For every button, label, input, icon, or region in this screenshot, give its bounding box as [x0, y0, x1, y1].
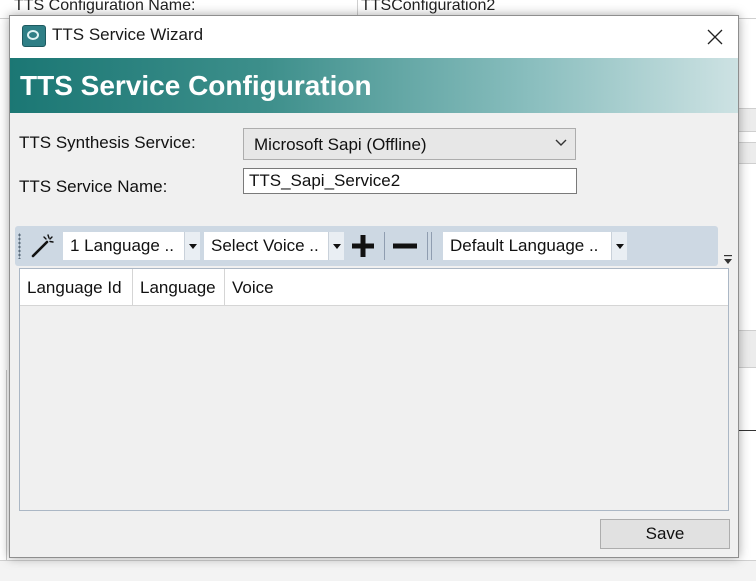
select-voice-select[interactable]: Select Voice .. — [204, 232, 344, 260]
grid-header: Language Id Language Voice — [20, 269, 728, 306]
column-header-language-id[interactable]: Language Id — [20, 269, 133, 305]
title-bar[interactable]: TTS Service Wizard — [10, 16, 738, 58]
tts-service-wizard-dialog: TTS Service Wizard TTS Service Configura… — [9, 15, 739, 558]
synthesis-service-select[interactable]: Microsoft Sapi (Offline) — [243, 128, 576, 160]
toolbar-separator — [427, 232, 428, 260]
column-header-label: Language Id — [27, 278, 122, 297]
background-panel-strip — [738, 330, 756, 368]
background-line — [6, 370, 7, 560]
chevron-down-icon[interactable] — [328, 232, 344, 260]
banner-title: TTS Service Configuration — [20, 70, 372, 101]
language-toolbar: 1 Language .. Select Voice .. Default La… — [15, 226, 718, 266]
background-footer — [0, 560, 756, 581]
wand-icon[interactable] — [28, 232, 56, 260]
default-language-select[interactable]: Default Language .. — [443, 232, 627, 260]
save-button[interactable]: Save — [600, 519, 730, 549]
plus-icon[interactable] — [349, 232, 377, 260]
service-name-label: TTS Service Name: — [19, 177, 168, 196]
background-panel-strip — [738, 108, 756, 132]
close-icon — [707, 29, 723, 45]
toolbar-separator — [384, 232, 385, 260]
column-header-label: Language — [140, 278, 216, 297]
column-header-voice[interactable]: Voice — [225, 269, 728, 305]
background-config-label: TTS Configuration Name: — [14, 0, 196, 14]
toolbar-separator — [431, 232, 432, 260]
synthesis-service-label: TTS Synthesis Service: — [19, 133, 196, 152]
default-language-value: Default Language .. — [450, 236, 599, 255]
service-name-input[interactable] — [243, 168, 577, 194]
toolbar-overflow-icon[interactable] — [723, 254, 733, 266]
close-button[interactable] — [692, 16, 738, 58]
minus-icon[interactable] — [391, 232, 419, 260]
background-config-value: TTSConfiguration2 — [361, 0, 496, 14]
language-count-value: 1 Language .. — [70, 236, 174, 255]
banner: TTS Service Configuration — [10, 58, 738, 113]
column-header-language[interactable]: Language — [133, 269, 225, 305]
app-icon — [22, 25, 46, 47]
select-voice-value: Select Voice .. — [211, 236, 319, 255]
synthesis-service-value: Microsoft Sapi (Offline) — [254, 135, 427, 154]
background-line — [738, 430, 756, 431]
window-title: TTS Service Wizard — [52, 25, 204, 44]
background-panel-strip — [738, 142, 756, 164]
language-grid[interactable]: Language Id Language Voice — [19, 268, 729, 511]
chevron-down-icon — [555, 139, 567, 146]
chevron-down-icon[interactable] — [611, 232, 627, 260]
column-header-label: Voice — [232, 278, 274, 297]
language-count-select[interactable]: 1 Language .. — [63, 232, 200, 260]
toolbar-grip[interactable] — [18, 233, 21, 259]
chevron-down-icon[interactable] — [184, 232, 200, 260]
